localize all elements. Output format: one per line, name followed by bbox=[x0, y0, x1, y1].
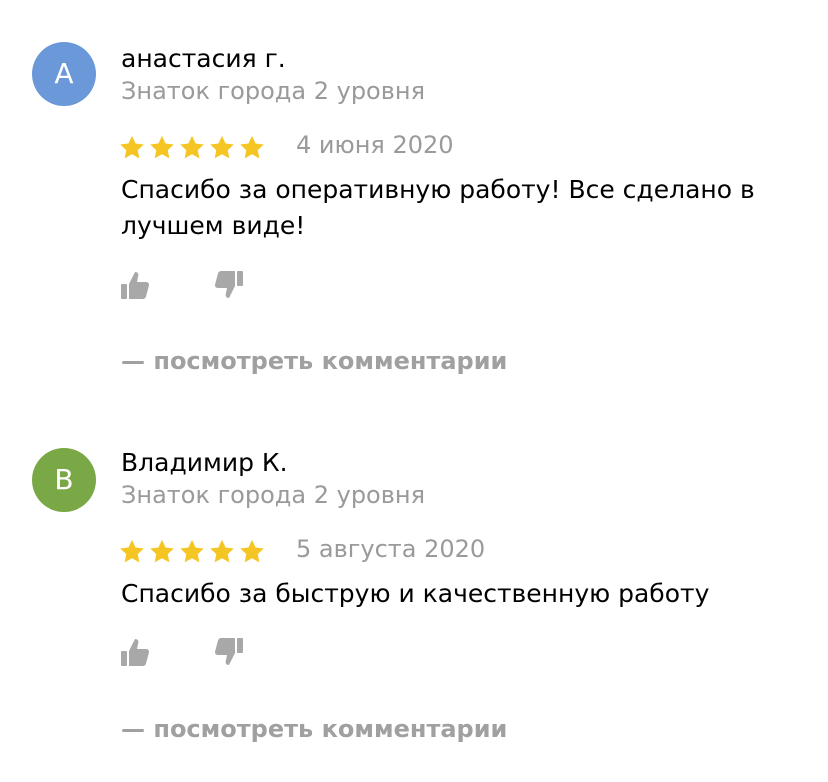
review-date: 4 июня 2020 bbox=[296, 131, 454, 159]
thumbs-up-icon bbox=[121, 272, 150, 299]
thumbs-down-icon bbox=[214, 271, 243, 298]
view-comments-link[interactable]: — посмотреть комментарии bbox=[121, 715, 507, 743]
view-comments-link[interactable]: — посмотреть комментарии bbox=[121, 347, 507, 375]
reviewer-rank: Знаток города 2 уровня bbox=[121, 77, 426, 105]
reviewer-rank: Знаток города 2 уровня bbox=[121, 481, 426, 509]
like-button[interactable] bbox=[118, 268, 152, 302]
star-icon bbox=[209, 135, 235, 160]
review-text: Спасибо за быструю и качественную работу bbox=[121, 579, 710, 608]
star-rating bbox=[119, 539, 265, 564]
star-icon bbox=[179, 135, 205, 160]
star-icon bbox=[239, 539, 265, 564]
star-icon bbox=[149, 135, 175, 160]
star-icon bbox=[149, 539, 175, 564]
reviewer-name[interactable]: Владимир К. bbox=[121, 448, 288, 477]
dislike-button[interactable] bbox=[212, 635, 246, 669]
star-rating bbox=[119, 135, 265, 160]
star-icon bbox=[239, 135, 265, 160]
star-icon bbox=[119, 539, 145, 564]
star-icon bbox=[179, 539, 205, 564]
star-icon bbox=[119, 135, 145, 160]
review-date: 5 августа 2020 bbox=[296, 535, 486, 563]
thumbs-down-icon bbox=[214, 638, 243, 665]
like-button[interactable] bbox=[118, 635, 152, 669]
thumbs-up-icon bbox=[121, 639, 150, 666]
star-icon bbox=[209, 539, 235, 564]
review-text: Спасибо за оперативную работу! Все сдела… bbox=[121, 175, 755, 240]
reviewer-name[interactable]: анастасия г. bbox=[121, 44, 286, 73]
avatar[interactable]: В bbox=[32, 448, 96, 512]
avatar[interactable]: А bbox=[32, 42, 96, 106]
dislike-button[interactable] bbox=[212, 268, 246, 302]
